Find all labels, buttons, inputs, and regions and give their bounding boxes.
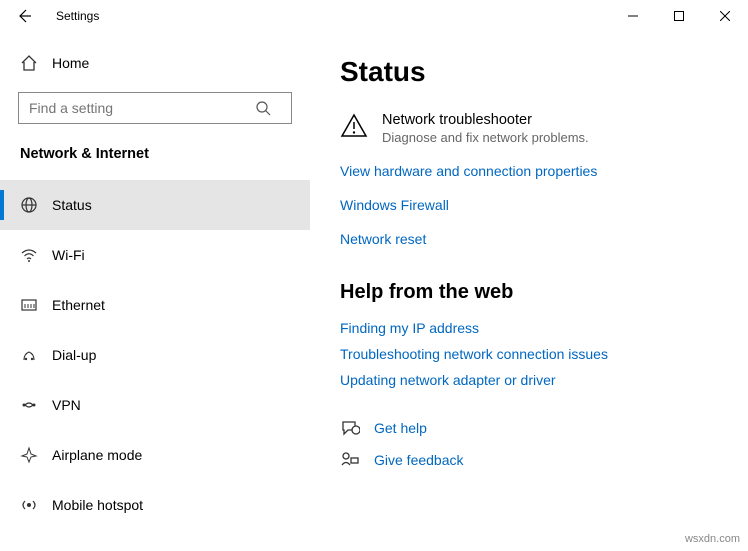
- sidebar-item-label: Airplane mode: [52, 447, 142, 463]
- sidebar-item-ethernet[interactable]: Ethernet: [0, 280, 310, 330]
- search-icon: [255, 100, 291, 116]
- window-title: Settings: [48, 9, 99, 23]
- get-help-link[interactable]: Get help: [340, 418, 724, 438]
- sidebar-item-airplane[interactable]: Airplane mode: [0, 430, 310, 480]
- ethernet-icon: [20, 296, 38, 314]
- hotspot-icon: [20, 496, 38, 514]
- home-icon: [20, 54, 38, 72]
- dialup-icon: [20, 346, 38, 364]
- troubleshooter-title: Network troubleshooter: [382, 112, 589, 128]
- main-content: Status Network troubleshooter Diagnose a…: [310, 32, 748, 551]
- category-heading: Network & Internet: [0, 142, 310, 180]
- sidebar-item-label: Status: [52, 197, 92, 213]
- wifi-icon: [20, 246, 38, 264]
- watermark: wsxdn.com: [685, 533, 740, 545]
- vpn-icon: [20, 396, 38, 414]
- back-button[interactable]: [0, 0, 48, 32]
- titlebar: Settings: [0, 0, 748, 32]
- airplane-icon: [20, 446, 38, 464]
- help-link-ip[interactable]: Finding my IP address: [340, 320, 724, 336]
- sidebar: Home Network & Internet Status Wi-Fi Eth…: [0, 32, 310, 551]
- search-input[interactable]: [19, 100, 255, 116]
- warning-icon: [340, 112, 368, 145]
- chat-icon: [340, 418, 360, 438]
- link-windows-firewall[interactable]: Windows Firewall: [340, 197, 724, 213]
- sidebar-item-status[interactable]: Status: [0, 180, 310, 230]
- sidebar-item-label: VPN: [52, 397, 81, 413]
- sidebar-item-label: Mobile hotspot: [52, 497, 143, 513]
- get-help-label: Get help: [374, 420, 427, 436]
- search-box[interactable]: [18, 92, 292, 124]
- link-network-reset[interactable]: Network reset: [340, 231, 724, 247]
- sidebar-item-label: Dial-up: [52, 347, 96, 363]
- give-feedback-label: Give feedback: [374, 452, 464, 468]
- sidebar-item-dialup[interactable]: Dial-up: [0, 330, 310, 380]
- help-heading: Help from the web: [340, 281, 724, 304]
- globe-icon: [20, 196, 38, 214]
- minimize-button[interactable]: [610, 0, 656, 32]
- sidebar-item-label: Ethernet: [52, 297, 105, 313]
- sidebar-item-wifi[interactable]: Wi-Fi: [0, 230, 310, 280]
- feedback-icon: [340, 450, 360, 470]
- help-link-driver[interactable]: Updating network adapter or driver: [340, 372, 724, 388]
- close-button[interactable]: [702, 0, 748, 32]
- sidebar-item-label: Wi-Fi: [52, 247, 85, 263]
- page-title: Status: [340, 56, 724, 88]
- home-nav[interactable]: Home: [0, 46, 310, 86]
- link-hardware-properties[interactable]: View hardware and connection properties: [340, 163, 724, 179]
- troubleshooter-subtitle: Diagnose and fix network problems.: [382, 130, 589, 145]
- sidebar-item-vpn[interactable]: VPN: [0, 380, 310, 430]
- give-feedback-link[interactable]: Give feedback: [340, 450, 724, 470]
- sidebar-item-hotspot[interactable]: Mobile hotspot: [0, 480, 310, 530]
- network-troubleshooter[interactable]: Network troubleshooter Diagnose and fix …: [340, 112, 724, 145]
- maximize-button[interactable]: [656, 0, 702, 32]
- home-label: Home: [52, 55, 89, 71]
- window-controls: [610, 0, 748, 32]
- help-link-troubleshoot[interactable]: Troubleshooting network connection issue…: [340, 346, 724, 362]
